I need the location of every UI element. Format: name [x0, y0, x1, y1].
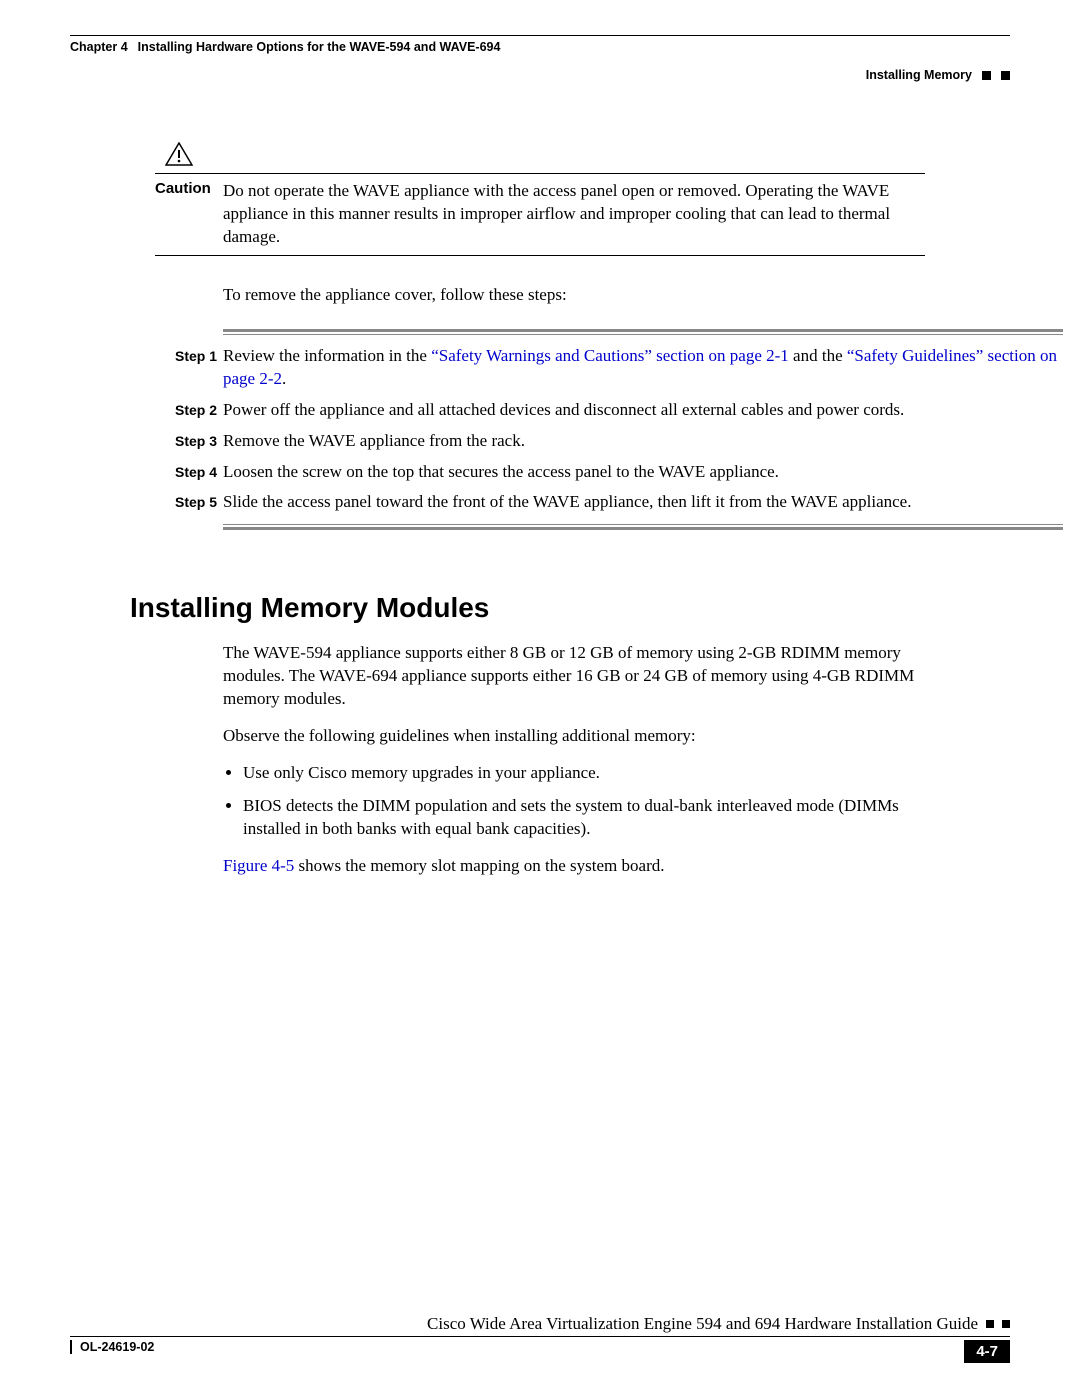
section-title: Installing Memory — [866, 68, 972, 82]
header-marker-icon — [982, 71, 991, 80]
step-text: Review the information in the — [223, 346, 431, 365]
step-label: Step 2 — [175, 399, 223, 422]
step-row: Step 5 Slide the access panel toward the… — [175, 491, 1063, 514]
page-number: 4-7 — [964, 1340, 1010, 1363]
chapter-label: Chapter 4 — [70, 40, 128, 54]
step-text: Power off the appliance and all attached… — [223, 399, 1063, 422]
footer-guide-title: Cisco Wide Area Virtualization Engine 59… — [427, 1314, 978, 1334]
caution-icon — [165, 142, 193, 166]
header-marker-icon — [1001, 71, 1010, 80]
chapter-title: Installing Hardware Options for the WAVE… — [138, 40, 501, 54]
figure-link[interactable]: Figure 4-5 — [223, 856, 294, 875]
caution-text: Do not operate the WAVE appliance with t… — [223, 180, 925, 249]
intro-text: To remove the appliance cover, follow th… — [223, 284, 925, 307]
body-paragraph: The WAVE-594 appliance supports either 8… — [223, 642, 925, 711]
body-paragraph: Observe the following guidelines when in… — [223, 725, 925, 748]
step-label: Step 5 — [175, 491, 223, 514]
step-label: Step 1 — [175, 345, 223, 391]
step-text: Remove the WAVE appliance from the rack. — [223, 430, 1063, 453]
section-heading: Installing Memory Modules — [130, 592, 1010, 624]
step-text: Slide the access panel toward the front … — [223, 491, 1063, 514]
xref-link[interactable]: “Safety Warnings and Cautions” section o… — [431, 346, 789, 365]
step-text: . — [282, 369, 286, 388]
footer-bar-icon — [70, 1340, 72, 1354]
step-label: Step 3 — [175, 430, 223, 453]
step-text: and the — [789, 346, 847, 365]
caution-label: Caution — [155, 180, 223, 197]
running-header: Chapter 4 Installing Hardware Options fo… — [70, 40, 1010, 54]
step-text: Loosen the screw on the top that secures… — [223, 461, 1063, 484]
step-row: Step 4 Loosen the screw on the top that … — [175, 461, 1063, 484]
list-item: BIOS detects the DIMM population and set… — [243, 795, 925, 841]
step-row: Step 2 Power off the appliance and all a… — [175, 399, 1063, 422]
step-row: Step 1 Review the information in the “Sa… — [175, 345, 1063, 391]
footer-marker-icon — [1002, 1320, 1010, 1328]
step-row: Step 3 Remove the WAVE appliance from th… — [175, 430, 1063, 453]
footer-doc-id: OL-24619-02 — [80, 1340, 154, 1354]
step-label: Step 4 — [175, 461, 223, 484]
footer-marker-icon — [986, 1320, 994, 1328]
list-item: Use only Cisco memory upgrades in your a… — [243, 762, 925, 785]
body-text: shows the memory slot mapping on the sys… — [294, 856, 664, 875]
